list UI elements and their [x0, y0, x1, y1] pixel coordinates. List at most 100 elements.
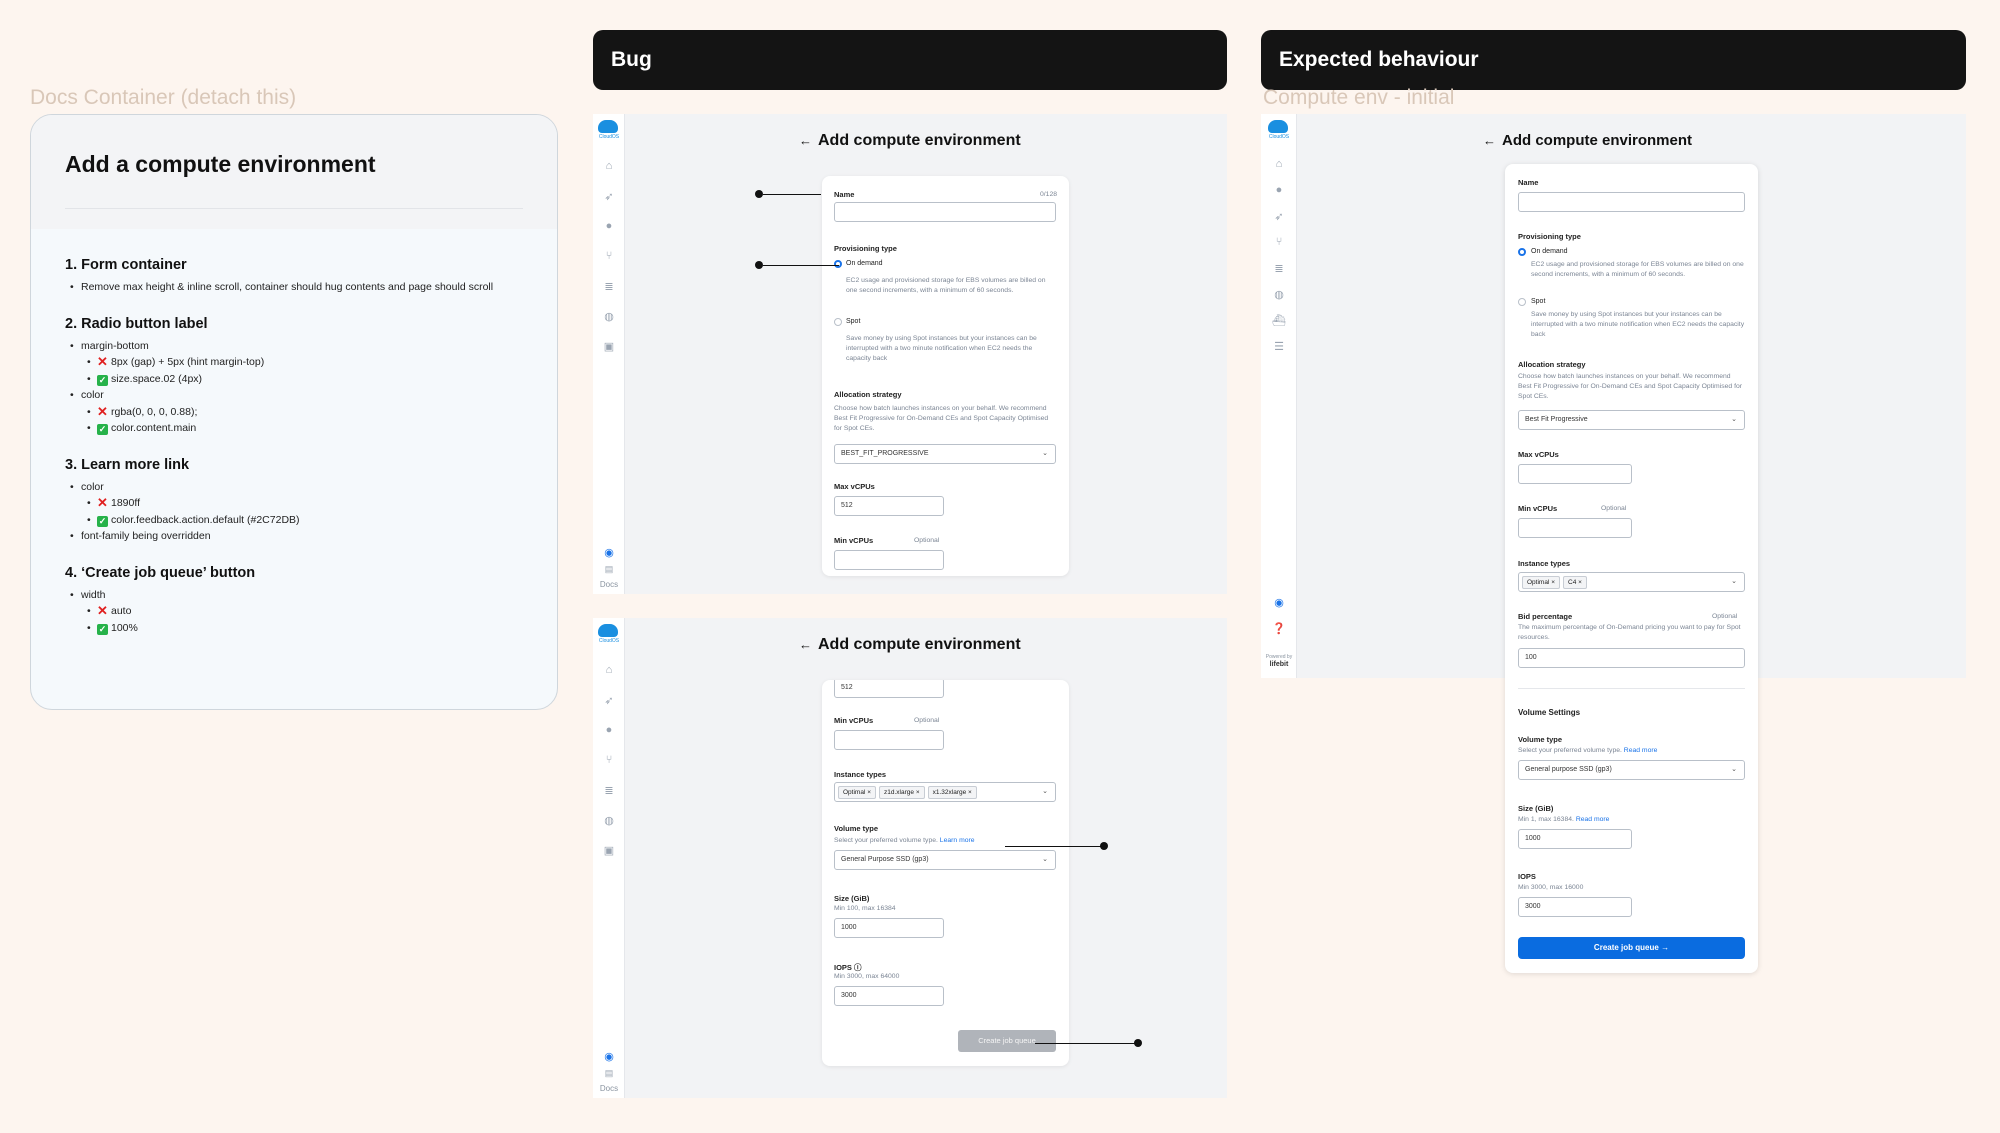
globe-icon[interactable]: ◍ — [602, 310, 616, 323]
docs-container-caption: Docs Container (detach this) — [30, 86, 297, 109]
back-arrow-icon[interactable]: ← — [1483, 133, 1496, 148]
home-icon[interactable]: ⌂ — [602, 664, 616, 676]
max-vcpus-input[interactable]: 512 — [834, 680, 944, 698]
user-icon[interactable]: ◉ — [602, 546, 616, 559]
globe-icon[interactable]: ◍ — [1272, 288, 1286, 301]
instance-chip[interactable]: C4 × — [1563, 576, 1587, 589]
sidebar: CloudOS ⌂ ➶ ● ⑂ ≣ ◍ ▣ ◉ ▤ Docs — [593, 114, 625, 594]
chevron-down-icon: ⌄ — [1731, 766, 1737, 773]
docs-label[interactable]: Docs — [598, 1084, 620, 1093]
volume-type-select[interactable]: General Purpose SSD (gp3) ⌄ — [834, 850, 1056, 870]
globe-icon[interactable]: ◍ — [602, 814, 616, 827]
docs-container: Add a compute environment 1. Form contai… — [30, 114, 558, 710]
chip-label: x1.32xlarge — [932, 789, 967, 796]
create-job-queue-button[interactable]: Create job queue → — [1518, 937, 1745, 959]
cross-icon: ✕ — [97, 403, 108, 419]
app-logo[interactable]: CloudOS — [598, 624, 620, 644]
name-input[interactable] — [834, 202, 1056, 222]
info-icon[interactable]: ⓘ — [854, 963, 862, 972]
bid-percentage-input[interactable]: 100 — [1518, 648, 1745, 668]
docs-icon[interactable]: ▤ — [602, 1068, 616, 1079]
instance-chip[interactable]: Optimal × — [1522, 576, 1561, 589]
volume-type-select[interactable]: General purpose SSD (gp3) ⌄ — [1518, 760, 1745, 780]
min-vcpus-input[interactable] — [834, 730, 944, 750]
bulb-icon[interactable]: ● — [602, 724, 616, 736]
bullet-text: 1890ff — [111, 497, 141, 509]
read-more-link[interactable]: Read more — [1576, 816, 1610, 823]
help-icon[interactable]: ❓ — [1272, 622, 1286, 635]
close-icon[interactable]: × — [1551, 579, 1555, 586]
instance-types-select[interactable]: Optimal × C4 × ⌄ — [1518, 572, 1745, 592]
docs-label[interactable]: Docs — [598, 580, 620, 589]
on-demand-radio[interactable] — [834, 260, 842, 268]
instance-chip[interactable]: z1d.xlarge × — [879, 786, 925, 799]
database-icon[interactable]: ≣ — [1272, 262, 1286, 275]
instance-types-select[interactable]: Optimal × z1d.xlarge × x1.32xlarge × ⌄ — [834, 782, 1056, 802]
read-more-link[interactable]: Read more — [1624, 747, 1658, 754]
chip-label: C4 — [1568, 579, 1577, 586]
bug-frame-top: CloudOS ⌂ ➶ ● ⑂ ≣ ◍ ▣ ◉ ▤ Docs ← Add comp… — [593, 114, 1227, 594]
close-icon[interactable]: × — [867, 789, 871, 796]
rocket-icon[interactable]: ➶ — [1272, 210, 1286, 223]
iops-input[interactable]: 3000 — [1518, 897, 1632, 917]
name-input[interactable] — [1518, 192, 1745, 212]
section-title: 1. Form container — [65, 257, 187, 273]
close-icon[interactable]: × — [1578, 579, 1582, 586]
database-icon[interactable]: ≣ — [602, 784, 616, 797]
page-title-text: Add compute environment — [818, 636, 1021, 653]
spot-radio[interactable] — [1518, 298, 1526, 306]
optional-label: Optional — [1712, 613, 1738, 620]
size-input[interactable]: 1000 — [834, 918, 944, 938]
image-icon[interactable]: ▣ — [602, 340, 616, 353]
chevron-down-icon: ⌄ — [1042, 450, 1048, 457]
home-icon[interactable]: ⌂ — [1272, 158, 1286, 170]
image-icon[interactable]: ▣ — [602, 844, 616, 857]
bulb-icon[interactable]: ● — [1272, 184, 1286, 196]
home-icon[interactable]: ⌂ — [602, 160, 616, 172]
app-logo[interactable]: CloudOS — [598, 120, 620, 140]
instance-types-label: Instance types — [1518, 559, 1571, 568]
back-arrow-icon[interactable]: ← — [799, 133, 812, 148]
instance-chip[interactable]: Optimal × — [838, 786, 877, 799]
name-label: Name — [834, 190, 855, 199]
spot-radio[interactable] — [834, 318, 842, 326]
iops-input[interactable]: 3000 — [834, 986, 944, 1006]
pipeline-icon[interactable]: ⑂ — [602, 754, 616, 766]
min-vcpus-input[interactable] — [834, 550, 944, 570]
allocation-select[interactable]: Best Fit Progressive ⌄ — [1518, 410, 1745, 430]
list-icon[interactable]: ☰ — [1272, 340, 1286, 353]
instance-chip[interactable]: x1.32xlarge × — [927, 786, 977, 799]
rocket-icon[interactable]: ➶ — [602, 190, 616, 203]
create-job-queue-button[interactable]: Create job queue — [958, 1030, 1056, 1052]
size-input[interactable]: 1000 — [1518, 829, 1632, 849]
instance-types-label: Instance types — [834, 770, 887, 779]
pipeline-icon[interactable]: ⑂ — [602, 250, 616, 262]
min-vcpus-input[interactable] — [1518, 518, 1632, 538]
max-vcpus-input[interactable]: 512 — [834, 496, 944, 516]
allocation-select[interactable]: BEST_FIT_PROGRESSIVE ⌄ — [834, 444, 1056, 464]
check-icon: ✓ — [97, 515, 108, 527]
pipeline-icon[interactable]: ⑂ — [1272, 236, 1286, 248]
user-icon[interactable]: ◉ — [1272, 596, 1286, 609]
bug-header: Bug — [593, 30, 1227, 90]
rocket-icon[interactable]: ➶ — [602, 694, 616, 707]
on-demand-radio[interactable] — [1518, 248, 1526, 256]
app-logo[interactable]: CloudOS — [1268, 120, 1290, 140]
check-icon: ✓ — [97, 374, 108, 386]
learn-more-link[interactable]: Learn more — [940, 837, 975, 844]
chevron-down-icon: ⌄ — [1042, 856, 1048, 863]
spot-label: Spot — [1531, 298, 1546, 305]
bulb-icon[interactable]: ● — [602, 220, 616, 232]
bullet-text: color.content.main — [111, 422, 197, 434]
check-icon: ✓ — [97, 623, 108, 635]
close-icon[interactable]: × — [968, 789, 972, 796]
back-arrow-icon[interactable]: ← — [799, 637, 812, 652]
user-icon[interactable]: ◉ — [602, 1050, 616, 1063]
docs-header: Add a compute environment — [31, 115, 557, 229]
max-vcpus-input[interactable] — [1518, 464, 1632, 484]
close-icon[interactable]: × — [916, 789, 920, 796]
ship-icon[interactable]: ⛴ — [1272, 314, 1286, 327]
page-title-text: Add compute environment — [1502, 132, 1693, 149]
database-icon[interactable]: ≣ — [602, 280, 616, 293]
docs-icon[interactable]: ▤ — [602, 564, 616, 575]
